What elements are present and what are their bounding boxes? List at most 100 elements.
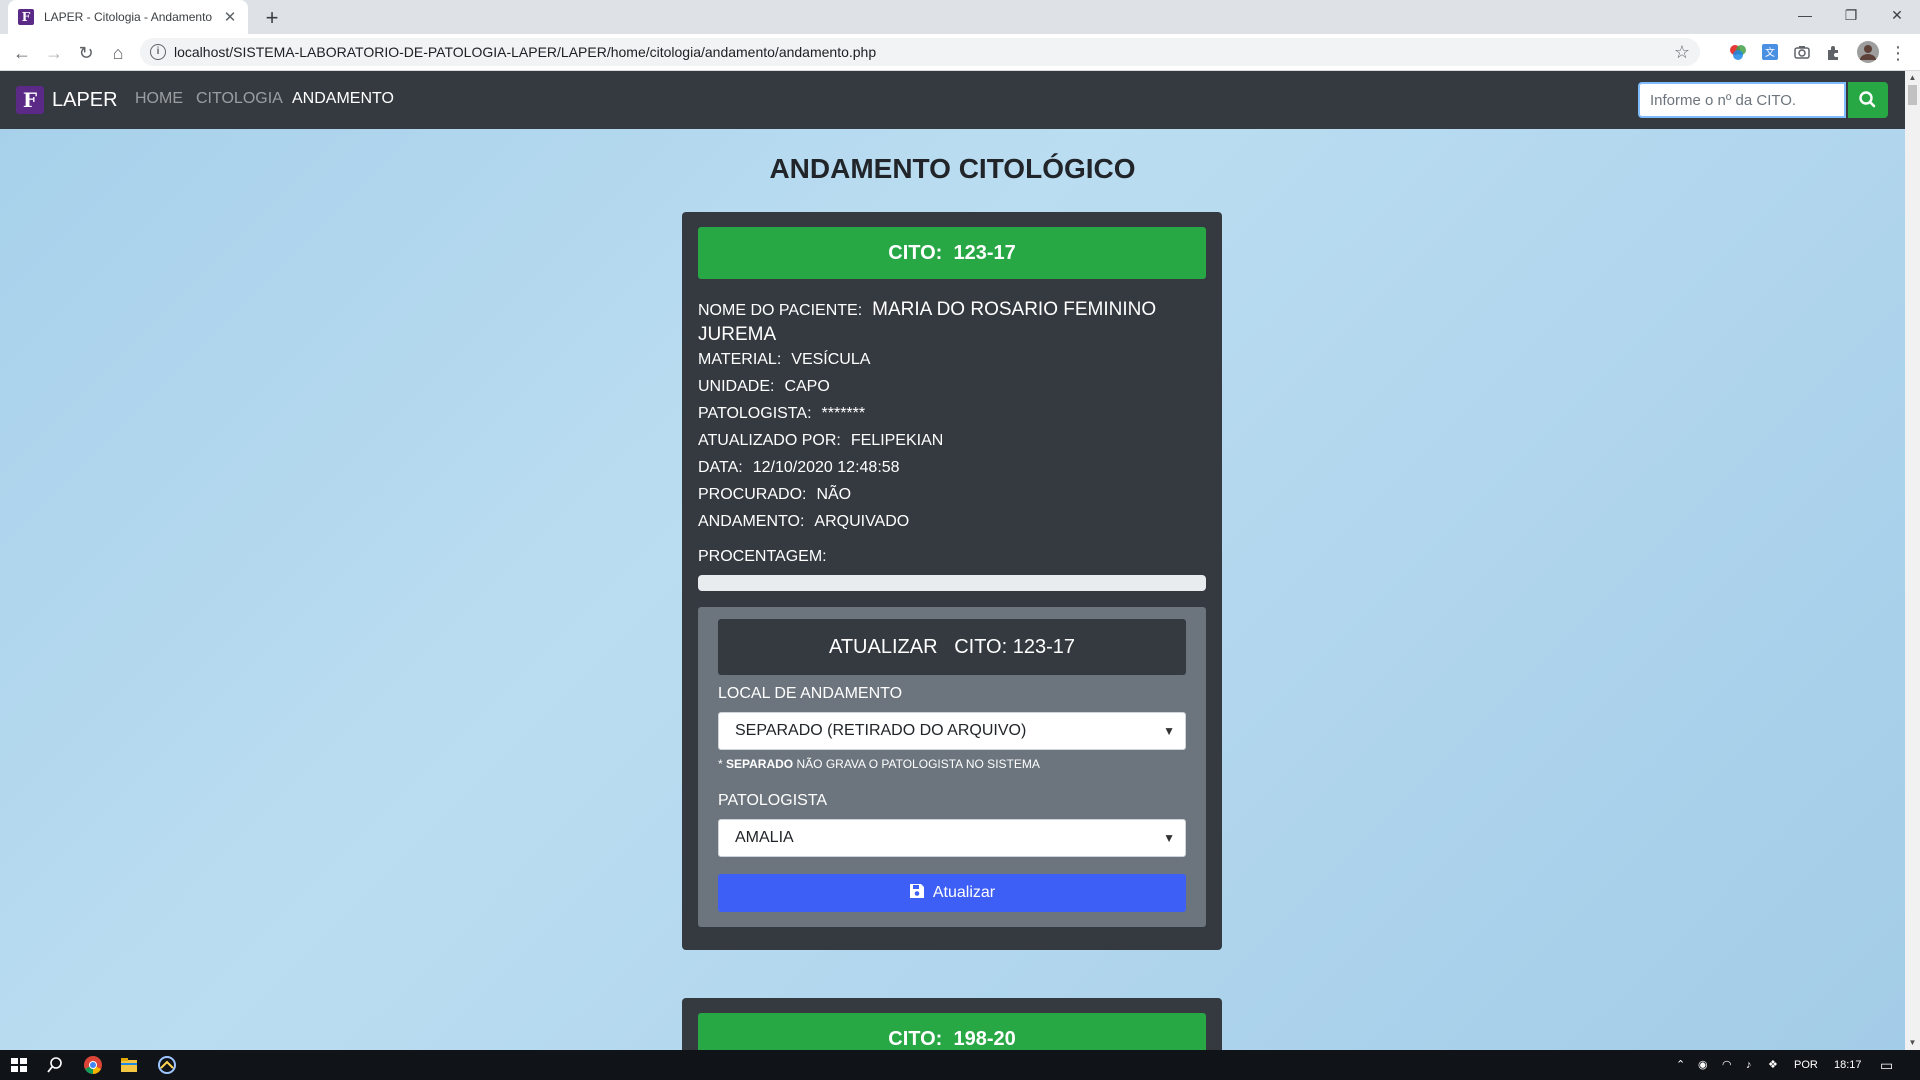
update-button[interactable]: Atualizar xyxy=(718,874,1186,912)
search-button[interactable] xyxy=(1848,82,1888,118)
app-taskbar-icon[interactable] xyxy=(156,1054,178,1076)
chevron-down-icon: ▼ xyxy=(1163,831,1175,845)
file-explorer-icon[interactable] xyxy=(118,1054,140,1076)
cito-header-number: 198-20 xyxy=(953,1028,1016,1050)
tab-title: LAPER - Citologia - Andamento xyxy=(44,10,213,24)
page-scrollbar[interactable]: ▲ ▼ xyxy=(1905,71,1920,1050)
material-value: VESÍCULA xyxy=(791,351,871,368)
progress-label: PROCENTAGEM: xyxy=(698,548,827,565)
dropbox-tray-icon[interactable]: ❖ xyxy=(1768,1050,1778,1080)
notifications-icon[interactable]: ▭ xyxy=(1880,1050,1893,1080)
note-bold: SEPARADO xyxy=(726,757,794,771)
cito-header: CITO: 123-17 xyxy=(698,227,1206,279)
pathologist-value: ******* xyxy=(821,405,866,422)
address-url[interactable]: localhost/SISTEMA-LABORATORIO-DE-PATOLOG… xyxy=(174,38,876,66)
profile-avatar-icon[interactable] xyxy=(1857,41,1879,63)
tray-overflow-icon[interactable]: ⌃ xyxy=(1676,1050,1685,1080)
scroll-down-icon[interactable]: ▼ xyxy=(1905,1036,1920,1050)
window-close-button[interactable]: ✕ xyxy=(1874,0,1920,30)
save-icon xyxy=(909,884,924,898)
language-indicator[interactable]: POR xyxy=(1794,1050,1818,1080)
scroll-up-icon[interactable]: ▲ xyxy=(1905,71,1920,85)
cito-search-input[interactable] xyxy=(1638,82,1846,118)
date-label: DATA: xyxy=(698,459,743,476)
pathologist-select[interactable]: AMALIA ▼ xyxy=(718,819,1186,857)
cito-header: CITO: 198-20 xyxy=(698,1013,1206,1050)
steam-tray-icon[interactable]: ◉ xyxy=(1698,1050,1708,1080)
search-icon xyxy=(1859,91,1876,108)
cito-header-number: 123-17 xyxy=(953,242,1016,264)
material-row: MATERIAL: VESÍCULA xyxy=(698,348,1206,372)
update-panel-title: ATUALIZAR CITO: 123-17 xyxy=(718,619,1186,675)
search-icon[interactable] xyxy=(44,1054,66,1076)
date-value: 12/10/2020 12:48:58 xyxy=(752,459,900,476)
note-prefix: * xyxy=(718,757,727,771)
bookmark-star-icon[interactable]: ☆ xyxy=(1674,38,1690,66)
patient-name-label: NOME DO PACIENTE: xyxy=(698,302,863,319)
progress-bar xyxy=(698,575,1206,591)
brand-name: LAPER xyxy=(52,88,118,111)
pathologist-select-value: AMALIA xyxy=(735,829,794,846)
note-rest: NÃO GRAVA O PATOLOGISTA NO SISTEMA xyxy=(793,757,1040,771)
updated-by-label: ATUALIZADO POR: xyxy=(698,432,841,449)
browser-tab[interactable]: F LAPER - Citologia - Andamento ✕ xyxy=(8,0,248,34)
svg-text:文: 文 xyxy=(1765,46,1775,59)
site-favicon: F xyxy=(18,9,34,25)
unit-value: CAPO xyxy=(784,378,830,395)
page-title: ANDAMENTO CITOLÓGICO xyxy=(769,153,1136,184)
forward-arrow-icon[interactable]: → xyxy=(40,39,68,67)
reload-icon[interactable]: ↻ xyxy=(72,39,100,67)
volume-icon[interactable]: ♪ xyxy=(1746,1050,1752,1080)
material-label: MATERIAL: xyxy=(698,351,782,368)
network-icon[interactable]: ◠ xyxy=(1722,1050,1732,1080)
patient-name-row: NOME DO PACIENTE: MARIA DO ROSARIO FEMINI… xyxy=(698,298,1206,348)
searched-value: NÃO xyxy=(816,486,852,503)
local-note: * SEPARADO NÃO GRAVA O PATOLOGISTA NO SI… xyxy=(718,757,1040,771)
local-label: LOCAL DE ANDAMENTO xyxy=(718,685,903,702)
local-select[interactable]: SEPARADO (RETIRADO DO ARQUIVO) ▼ xyxy=(718,712,1186,750)
update-button-label: Atualizar xyxy=(932,884,996,901)
home-icon[interactable]: ⌂ xyxy=(104,39,132,67)
browser-menu-icon[interactable]: ⋮ xyxy=(1884,39,1912,67)
updated-by-row: ATUALIZADO POR: FELIPEKIAN xyxy=(698,429,1206,453)
pathologist-label: PATOLOGISTA: xyxy=(698,405,812,422)
record-card: CITO: 123-17 NOME DO PACIENTE: MARIA DO R… xyxy=(682,212,1222,950)
unit-label: UNIDADE: xyxy=(698,378,775,395)
translate-extension-icon[interactable]: 文 xyxy=(1761,43,1779,61)
site-info-icon[interactable]: i xyxy=(150,44,166,60)
update-panel: ATUALIZAR CITO: 123-17 LOCAL DE ANDAMENT… xyxy=(698,607,1206,927)
status-row: ANDAMENTO: ARQUIVADO xyxy=(698,510,1206,534)
page-content: F LAPER HOME CITOLOGIA ANDAMENTO ANDAMEN… xyxy=(0,71,1905,1050)
pathologist-field-label: PATOLOGISTA xyxy=(718,792,828,809)
camera-extension-icon[interactable] xyxy=(1793,43,1811,61)
clock[interactable]: 18:17 xyxy=(1834,1050,1862,1080)
minimize-button[interactable]: — xyxy=(1782,0,1828,30)
windows-start-icon[interactable] xyxy=(8,1054,30,1076)
restore-button[interactable]: ❐ xyxy=(1828,0,1874,30)
address-bar[interactable]: i localhost/SISTEMA-LABORATORIO-DE-PATOL… xyxy=(140,38,1700,66)
status-value: ARQUIVADO xyxy=(814,513,910,530)
color-extension-icon[interactable] xyxy=(1729,43,1747,61)
nav-link-home[interactable]: HOME xyxy=(135,90,183,108)
scroll-thumb[interactable] xyxy=(1908,85,1917,105)
updated-by-value: FELIPEKIAN xyxy=(850,432,944,449)
brand-link[interactable]: F LAPER xyxy=(16,86,118,114)
windows-taskbar: ⌃ ◉ ◠ ♪ ❖ POR 18:17 ▭ xyxy=(0,1050,1920,1080)
pathologist-row: PATOLOGISTA: ******* xyxy=(698,402,1206,426)
back-arrow-icon[interactable]: ← xyxy=(8,39,36,67)
searched-row: PROCURADO: NÃO xyxy=(698,483,1206,507)
chevron-down-icon: ▼ xyxy=(1163,724,1175,738)
browser-toolbar: ← → ↻ ⌂ i localhost/SISTEMA-LABORATORIO-… xyxy=(0,34,1920,71)
new-tab-button[interactable]: + xyxy=(258,4,286,32)
chrome-taskbar-icon[interactable] xyxy=(82,1054,104,1076)
nav-link-citologia[interactable]: CITOLOGIA xyxy=(196,90,283,108)
brand-logo: F xyxy=(16,86,44,114)
close-icon[interactable]: ✕ xyxy=(222,8,238,26)
browser-tabstrip: F LAPER - Citologia - Andamento ✕ + — ❐ … xyxy=(0,0,1920,34)
navbar: F LAPER HOME CITOLOGIA ANDAMENTO xyxy=(0,71,1905,129)
status-label: ANDAMENTO: xyxy=(698,513,805,530)
unit-row: UNIDADE: CAPO xyxy=(698,375,1206,399)
extensions-puzzle-icon[interactable] xyxy=(1825,43,1843,61)
nav-link-andamento[interactable]: ANDAMENTO xyxy=(292,90,394,108)
date-row: DATA: 12/10/2020 12:48:58 xyxy=(698,456,1206,480)
